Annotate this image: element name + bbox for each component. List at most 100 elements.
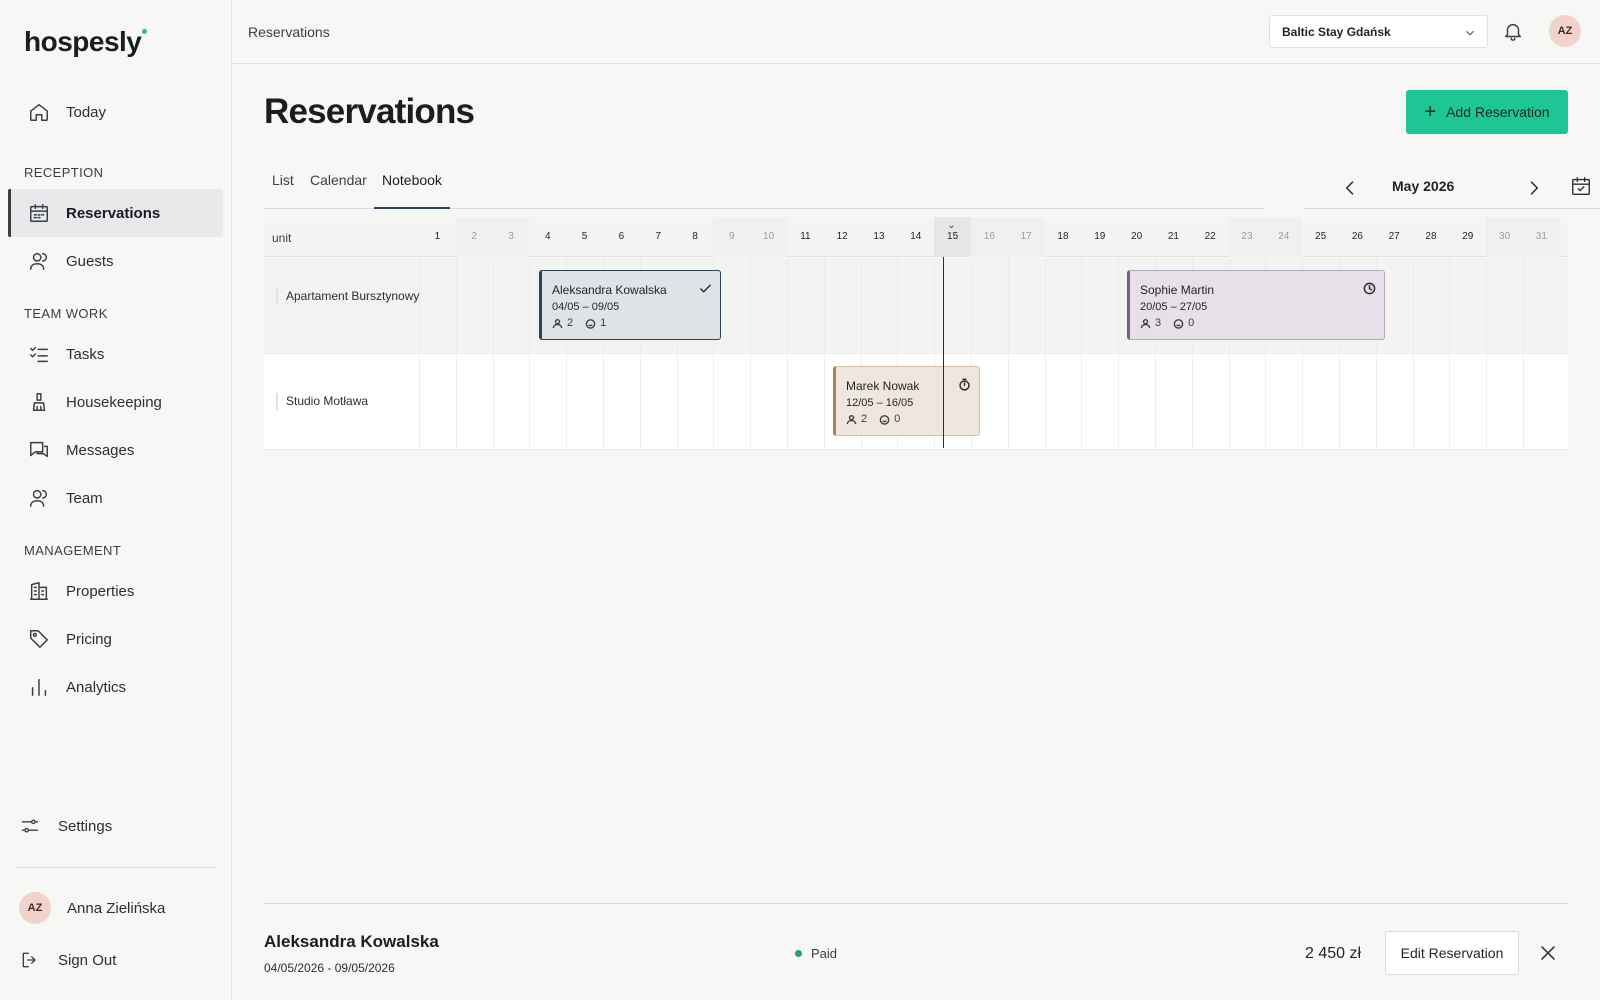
- sidebar-item-reservations[interactable]: Reservations: [8, 189, 223, 237]
- bell-icon[interactable]: [1502, 20, 1524, 42]
- chevron-left-icon[interactable]: [1340, 178, 1360, 198]
- sidebar-item-label: Messages: [66, 441, 135, 459]
- tab-list[interactable]: List: [264, 172, 302, 209]
- person-icon: [1140, 318, 1151, 328]
- grid-line: [1302, 354, 1304, 450]
- day-header-24: 24: [1265, 217, 1303, 257]
- clock-icon: [1363, 282, 1376, 295]
- grid-line: [750, 258, 752, 354]
- detail-guest-name: Aleksandra Kowalska: [264, 932, 439, 951]
- booking-card[interactable]: Aleksandra Kowalska 04/05 – 09/05 2 1: [539, 270, 721, 340]
- chevron-right-icon[interactable]: [1524, 178, 1544, 198]
- day-header-13: 13: [873, 231, 885, 242]
- person-icon: [846, 414, 857, 424]
- sidebar-item-today[interactable]: Today: [8, 88, 223, 136]
- sidebar-divider: [16, 867, 216, 868]
- day-header-27: 27: [1388, 231, 1400, 242]
- sidebar-item-properties[interactable]: Properties: [8, 567, 223, 615]
- day-header-12: 12: [836, 231, 848, 242]
- grid-line: [1044, 258, 1046, 354]
- grid-line: [971, 258, 972, 354]
- day-header-8: 8: [692, 231, 698, 242]
- grid-line: [492, 354, 494, 450]
- grid-line: [455, 354, 457, 450]
- tab-notebook[interactable]: Notebook: [374, 172, 450, 209]
- day-header-10: 10: [750, 217, 787, 257]
- sidebar-item-messages[interactable]: Messages: [8, 426, 223, 474]
- sidebar-item-pricing[interactable]: Pricing: [8, 615, 223, 663]
- sidebar-item-tasks[interactable]: Tasks: [8, 330, 223, 378]
- grid-line: [823, 354, 825, 450]
- grid-line: [1412, 258, 1414, 354]
- sidebar-item-settings[interactable]: Settings: [20, 816, 112, 836]
- grid-line: [860, 258, 862, 354]
- grid-line: [787, 258, 788, 354]
- booking-card[interactable]: Sophie Martin 20/05 – 27/05 3 0: [1127, 270, 1385, 340]
- grid-line: [1486, 354, 1488, 450]
- sidebar-item-analytics[interactable]: Analytics: [8, 663, 223, 711]
- day-header-26: 26: [1351, 231, 1363, 242]
- day-header-29: 29: [1462, 231, 1474, 242]
- edit-reservation-button[interactable]: Edit Reservation: [1385, 931, 1519, 975]
- booking-pets: 1: [600, 317, 607, 329]
- property-select-value: Baltic Stay Gdańsk: [1282, 24, 1391, 39]
- day-header-22: 22: [1204, 231, 1216, 242]
- check-icon: [700, 284, 711, 293]
- unit-label: Studio Motława: [276, 393, 368, 410]
- booking-card[interactable]: Marek Nowak 12/05 – 16/05 2 0: [833, 366, 980, 436]
- grid-line: [1449, 354, 1451, 450]
- section-reception: RECEPTION: [24, 165, 104, 180]
- sidebar-item-team[interactable]: Team: [8, 474, 223, 522]
- grid-line: [750, 354, 752, 450]
- grid-line: [492, 258, 494, 354]
- booking-guest-name: Marek Nowak: [846, 379, 920, 393]
- grid-line: [1118, 354, 1120, 450]
- breadcrumb: Reservations: [248, 24, 330, 40]
- day-header-2: 2: [455, 217, 493, 257]
- booking-guests: 2: [861, 413, 868, 425]
- users-icon: [30, 252, 48, 270]
- calendar-check-icon[interactable]: [1570, 175, 1592, 197]
- add-reservation-button[interactable]: + Add Reservation: [1406, 90, 1568, 134]
- grid-line: [1412, 354, 1414, 450]
- booking-guests: 3: [1155, 317, 1162, 329]
- sidebar-item-housekeeping[interactable]: Housekeeping: [8, 378, 223, 426]
- property-select[interactable]: Baltic Stay Gdańsk: [1269, 15, 1488, 48]
- avatar[interactable]: AZ: [1549, 15, 1581, 47]
- today-caret-icon: ⌄: [947, 220, 956, 231]
- tab-calendar[interactable]: Calendar: [302, 172, 375, 209]
- grid-line: [529, 258, 531, 354]
- pet-icon: [585, 318, 596, 329]
- unit-label: Apartament Bursztynowy: [276, 288, 419, 305]
- user-profile[interactable]: AZ Anna Zielińska: [19, 892, 165, 924]
- grid-line: [1265, 354, 1267, 450]
- booking-dates: 04/05 – 09/05: [552, 301, 620, 313]
- sign-out-button[interactable]: Sign Out: [20, 950, 116, 970]
- sidebar-item-label: Tasks: [66, 345, 105, 363]
- day-header-7: 7: [655, 231, 661, 242]
- status-dot: [795, 950, 802, 957]
- booking-guests: 2: [567, 317, 574, 329]
- view-tabs: List Calendar Notebook May 2026: [264, 170, 1600, 210]
- grid-line: [1523, 354, 1524, 450]
- bar-chart-icon: [31, 678, 47, 696]
- booking-pets: 0: [1188, 317, 1195, 329]
- grid-line: [639, 354, 641, 450]
- day-header-23: 23: [1228, 217, 1266, 257]
- booking-guest-name: Aleksandra Kowalska: [552, 283, 667, 297]
- unit-row: Studio Motława Marek Nowak 12/05 – 16/05…: [264, 354, 1568, 450]
- page-title: Reservations: [264, 92, 475, 131]
- sidebar-item-guests[interactable]: Guests: [8, 237, 223, 285]
- day-header-21: 21: [1167, 231, 1179, 242]
- calendar-grid-icon: [30, 204, 48, 222]
- app-logo[interactable]: hospesly: [24, 26, 148, 58]
- grid-line: [455, 258, 457, 354]
- close-icon[interactable]: [1539, 944, 1557, 962]
- day-header-3: 3: [492, 217, 530, 257]
- booking-dates: 12/05 – 16/05: [846, 397, 914, 409]
- month-label: May 2026: [1392, 178, 1455, 194]
- users-icon: [30, 489, 48, 507]
- grid-line: [1191, 354, 1193, 450]
- grid-line: [1007, 354, 1009, 450]
- sign-out-icon: [22, 952, 36, 968]
